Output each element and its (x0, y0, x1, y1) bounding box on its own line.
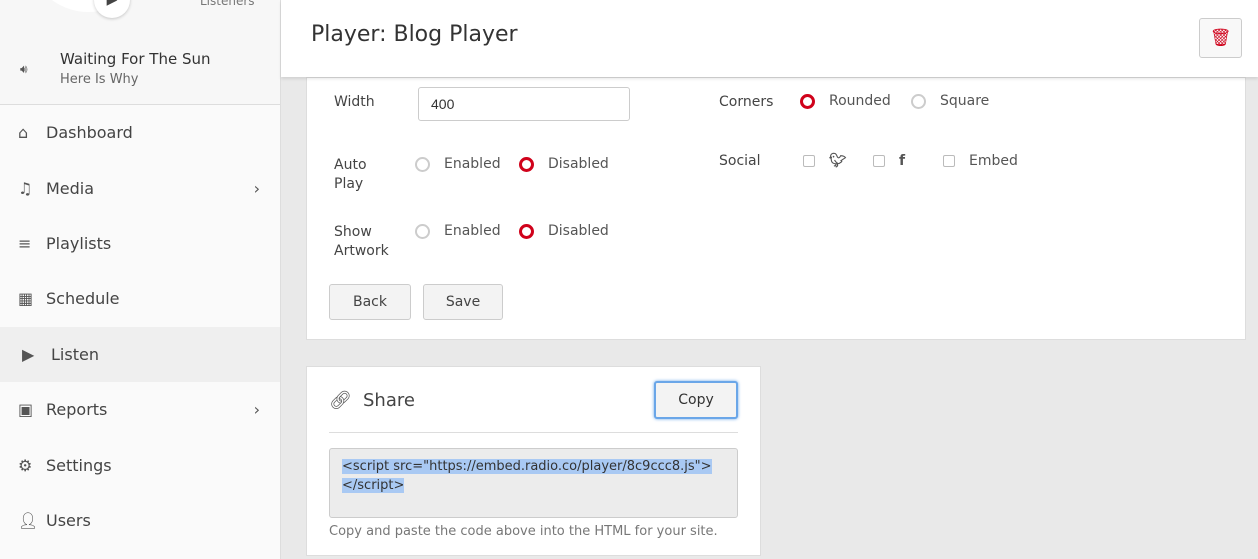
user-icon: 👤︎ (18, 510, 39, 530)
home-icon: ⌂ (18, 123, 29, 143)
width-input[interactable] (418, 87, 630, 121)
autoplay-label: Auto Play (334, 157, 367, 192)
social-label: Social (719, 153, 761, 169)
presentation-icon: ▣ (18, 400, 34, 420)
sidebar-item-schedule[interactable]: ▦ Schedule (0, 271, 280, 326)
page-title: Player: Blog Player (311, 22, 518, 47)
sidebar-item-label: Media (46, 178, 95, 198)
sidebar-item-label: Listen (51, 344, 99, 364)
autoplay-enabled-radio[interactable]: Enabled (415, 156, 501, 172)
sidebar-item-label: Playlists (46, 233, 112, 253)
speaker-icon: 🔊︎ (20, 62, 28, 76)
artwork-enabled-radio[interactable]: Enabled (415, 223, 501, 239)
divider (329, 432, 738, 433)
embed-code-line-2: </script> (342, 478, 405, 493)
chevron-right-icon: › (253, 178, 260, 198)
player-settings-card: Width Auto Play Enabled Disabled Show Ar… (306, 77, 1246, 340)
artwork-disabled-radio[interactable]: Disabled (519, 223, 609, 239)
listeners-label: Listeners (200, 0, 255, 8)
play-button[interactable]: ▶ (94, 0, 130, 18)
sidebar-item-settings[interactable]: ⚙ Settings (0, 437, 280, 492)
embed-code-textarea[interactable]: <script src="https://embed.radio.co/play… (329, 448, 738, 518)
twitter-icon: 🐦︎ (829, 153, 847, 169)
facebook-icon: f (899, 153, 906, 169)
chevron-right-icon: › (253, 400, 260, 420)
corners-rounded-radio[interactable]: Rounded (800, 93, 891, 109)
copy-button[interactable]: Copy (654, 381, 738, 419)
share-card: 🔗︎ Share Copy <script src="https://embed… (306, 366, 761, 556)
delete-button[interactable]: 🗑︎ (1199, 18, 1242, 58)
artwork-label: Show Artwork (334, 224, 389, 259)
sidebar-item-media[interactable]: ♫ Media › (0, 160, 280, 215)
track-title: Waiting For The Sun (60, 50, 211, 68)
sidebar-item-label: Reports (46, 400, 108, 420)
sidebar-item-reports[interactable]: ▣ Reports › (0, 382, 280, 437)
share-title: Share (363, 390, 415, 411)
embed-checkbox[interactable]: Embed (943, 153, 1018, 169)
autoplay-disabled-radio[interactable]: Disabled (519, 156, 609, 172)
track-artist: Here Is Why (60, 72, 139, 87)
sidebar-item-users[interactable]: 👤︎ Users (0, 493, 280, 548)
sidebar-item-label: Settings (46, 455, 112, 475)
link-icon: 🔗︎ (329, 390, 352, 411)
calendar-icon: ▦ (18, 289, 34, 309)
sidebar-item-dashboard[interactable]: ⌂ Dashboard (0, 105, 280, 160)
twitter-checkbox[interactable]: 🐦︎ (803, 153, 847, 169)
sidebar: ▶ Listeners 🔊︎ Waiting For The Sun Here … (0, 0, 281, 559)
artwork (28, 0, 148, 12)
corners-square-radio[interactable]: Square (911, 93, 989, 109)
sidebar-item-listen[interactable]: ▶ Listen (0, 326, 280, 382)
sidebar-item-playlists[interactable]: ≡ Playlists (0, 216, 280, 271)
width-label: Width (334, 94, 375, 110)
trash-icon: 🗑︎ (1209, 28, 1232, 48)
gear-icon: ⚙ (18, 455, 33, 475)
help-text: Copy and paste the code above into the H… (329, 524, 718, 539)
sidebar-nav: ⌂ Dashboard ♫ Media › ≡ Playlists ▦ Schedule … (0, 105, 280, 548)
music-icon: ♫ (18, 178, 33, 198)
sidebar-item-label: Users (46, 510, 91, 530)
facebook-checkbox[interactable]: f (873, 153, 905, 169)
embed-code-line-1: <script src="https://embed.radio.co/play… (342, 459, 712, 474)
back-button[interactable]: Back (329, 284, 411, 320)
save-button[interactable]: Save (423, 284, 503, 320)
play-icon: ▶ (22, 344, 35, 364)
mini-player: ▶ Listeners 🔊︎ Waiting For The Sun Here … (0, 0, 280, 105)
list-icon: ≡ (18, 233, 32, 253)
sidebar-item-label: Dashboard (46, 123, 133, 143)
page-header: Player: Blog Player 🗑︎ (281, 0, 1258, 77)
sidebar-item-label: Schedule (46, 289, 120, 309)
corners-label: Corners (719, 94, 774, 110)
